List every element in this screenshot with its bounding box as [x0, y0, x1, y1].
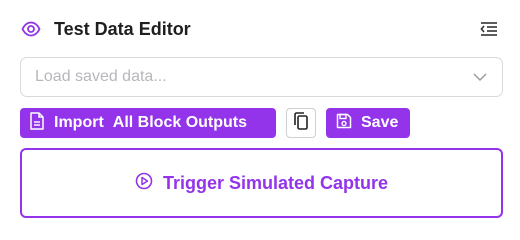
copy-button[interactable]: [286, 108, 316, 138]
copy-icon: [294, 111, 308, 135]
import-target-label: All Block Outputs: [112, 114, 248, 131]
trigger-label: Trigger Simulated Capture: [162, 172, 389, 193]
save-button[interactable]: Save: [326, 108, 410, 138]
load-saved-data-select[interactable]: Load saved data...: [20, 57, 503, 97]
trigger-simulated-capture-button[interactable]: Trigger Simulated Capture: [20, 148, 503, 218]
chevron-down-icon: [472, 69, 488, 85]
save-label: Save: [361, 114, 399, 131]
editor-toolbar: Import All Block Outputs Save: [20, 108, 410, 138]
import-label: Import: [54, 114, 104, 131]
save-icon: [336, 113, 352, 134]
panel-title: Test Data Editor: [54, 18, 191, 39]
load-saved-data-placeholder: Load saved data...: [35, 68, 167, 85]
play-circle-icon: [135, 172, 153, 195]
collapse-menu-icon[interactable]: [478, 18, 500, 40]
test-data-editor-panel: Test Data Editor Load saved data... Impo…: [0, 0, 520, 230]
document-icon: [30, 111, 44, 135]
eye-icon: [20, 18, 42, 40]
panel-header: Test Data Editor: [20, 14, 500, 44]
import-all-block-outputs-button[interactable]: Import All Block Outputs: [20, 108, 276, 138]
